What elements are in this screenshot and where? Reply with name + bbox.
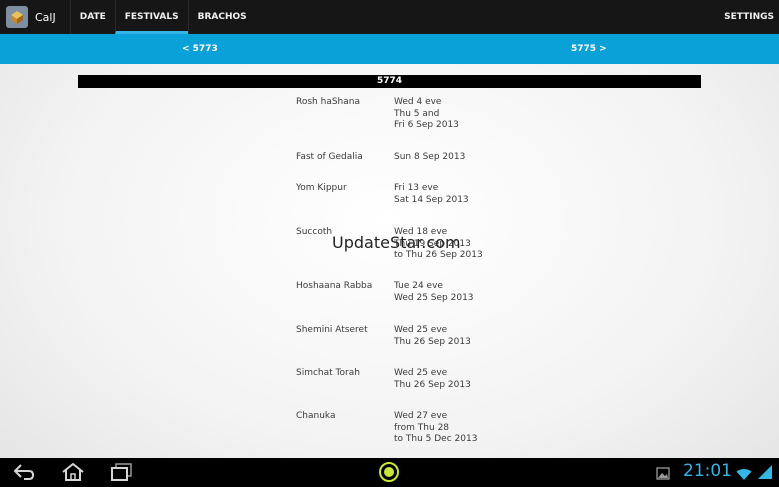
year-navigation: < 5773 5775 > xyxy=(0,34,779,64)
festival-date: Wed 25 eve Thu 26 Sep 2013 xyxy=(394,368,471,391)
festival-name: Chanuka xyxy=(296,411,336,421)
system-nav-bar xyxy=(0,458,779,487)
launcher-icon[interactable] xyxy=(378,461,400,487)
date-line: Thu 26 Sep 2013 xyxy=(394,379,471,390)
action-bar: CalJ DATE FESTIVALS BRACHOS SETTINGS xyxy=(0,0,779,34)
festival-row: Yom Kippur Fri 13 eve Sat 14 Sep 2013 xyxy=(296,183,469,206)
status-clock: 21:01 xyxy=(683,461,732,481)
festival-row: Shemini Atseret Wed 25 eve Thu 26 Sep 20… xyxy=(296,325,471,348)
next-year-button[interactable]: 5775 > xyxy=(571,44,607,54)
tab-date[interactable]: DATE xyxy=(69,0,115,34)
year-header: 5774 xyxy=(78,75,701,88)
gallery-icon xyxy=(656,465,670,484)
date-line: Sun 8 Sep 2013 xyxy=(394,152,466,162)
date-line: Thu 26 Sep 2013 xyxy=(394,336,471,347)
festival-row: Chanuka Wed 27 eve from Thu 28 to Thu 5 … xyxy=(296,411,477,446)
date-line: Wed 25 eve xyxy=(394,368,448,378)
wifi-icon xyxy=(736,466,752,485)
previous-year-button[interactable]: < 5773 xyxy=(182,44,218,54)
date-line: Wed 25 Sep 2013 xyxy=(394,292,474,303)
festival-name: Hoshaana Rabba xyxy=(296,281,373,291)
festival-date: Sun 8 Sep 2013 xyxy=(394,152,465,164)
app-title: CalJ xyxy=(35,10,56,24)
festival-row: Simchat Torah Wed 25 eve Thu 26 Sep 2013 xyxy=(296,368,471,391)
festival-name: Rosh haShana xyxy=(296,97,360,107)
back-icon[interactable] xyxy=(12,462,36,486)
festival-name: Shemini Atseret xyxy=(296,325,368,335)
date-line: Fri 6 Sep 2013 xyxy=(394,120,459,130)
date-line: Sat 14 Sep 2013 xyxy=(394,194,469,205)
festival-date: Fri 13 eve Sat 14 Sep 2013 xyxy=(394,183,469,206)
festival-date: Wed 4 eve Thu 5 and Fri 6 Sep 2013 xyxy=(394,97,459,132)
watermark-text: UpdateStar.com xyxy=(332,233,461,252)
app-home[interactable]: CalJ xyxy=(0,0,70,34)
festival-row: Rosh haShana Wed 4 eve Thu 5 and Fri 6 S… xyxy=(296,97,459,132)
festival-name: Fast of Gedalia xyxy=(296,152,363,162)
date-line: Wed 4 eve xyxy=(394,97,442,107)
battery-icon xyxy=(757,464,773,484)
home-icon[interactable] xyxy=(60,462,86,486)
recent-apps-icon[interactable] xyxy=(110,462,134,486)
date-line: from Thu 28 xyxy=(394,422,450,433)
festival-row: Fast of Gedalia Sun 8 Sep 2013 xyxy=(296,152,465,164)
date-line: Wed 27 eve xyxy=(394,411,448,421)
settings-button[interactable]: SETTINGS xyxy=(724,12,779,22)
festival-name: Yom Kippur xyxy=(296,183,347,193)
festival-name: Simchat Torah xyxy=(296,368,360,378)
festival-date: Tue 24 eve Wed 25 Sep 2013 xyxy=(394,281,474,304)
festival-date: Wed 25 eve Thu 26 Sep 2013 xyxy=(394,325,471,348)
date-line: Thu 5 and xyxy=(394,108,440,119)
festival-row: Hoshaana Rabba Tue 24 eve Wed 25 Sep 201… xyxy=(296,281,474,304)
date-line: Wed 25 eve xyxy=(394,325,448,335)
date-line: to Thu 5 Dec 2013 xyxy=(394,434,478,444)
festival-date: Wed 27 eve from Thu 28 to Thu 5 Dec 2013 xyxy=(394,411,477,446)
tab-brachos[interactable]: BRACHOS xyxy=(187,0,256,34)
date-line: Fri 13 eve xyxy=(394,183,439,193)
calendar-app-icon xyxy=(6,6,28,28)
tab-festivals[interactable]: FESTIVALS xyxy=(114,0,188,34)
tab-bar: DATE FESTIVALS BRACHOS xyxy=(69,0,256,34)
date-line: Tue 24 eve xyxy=(394,281,443,291)
